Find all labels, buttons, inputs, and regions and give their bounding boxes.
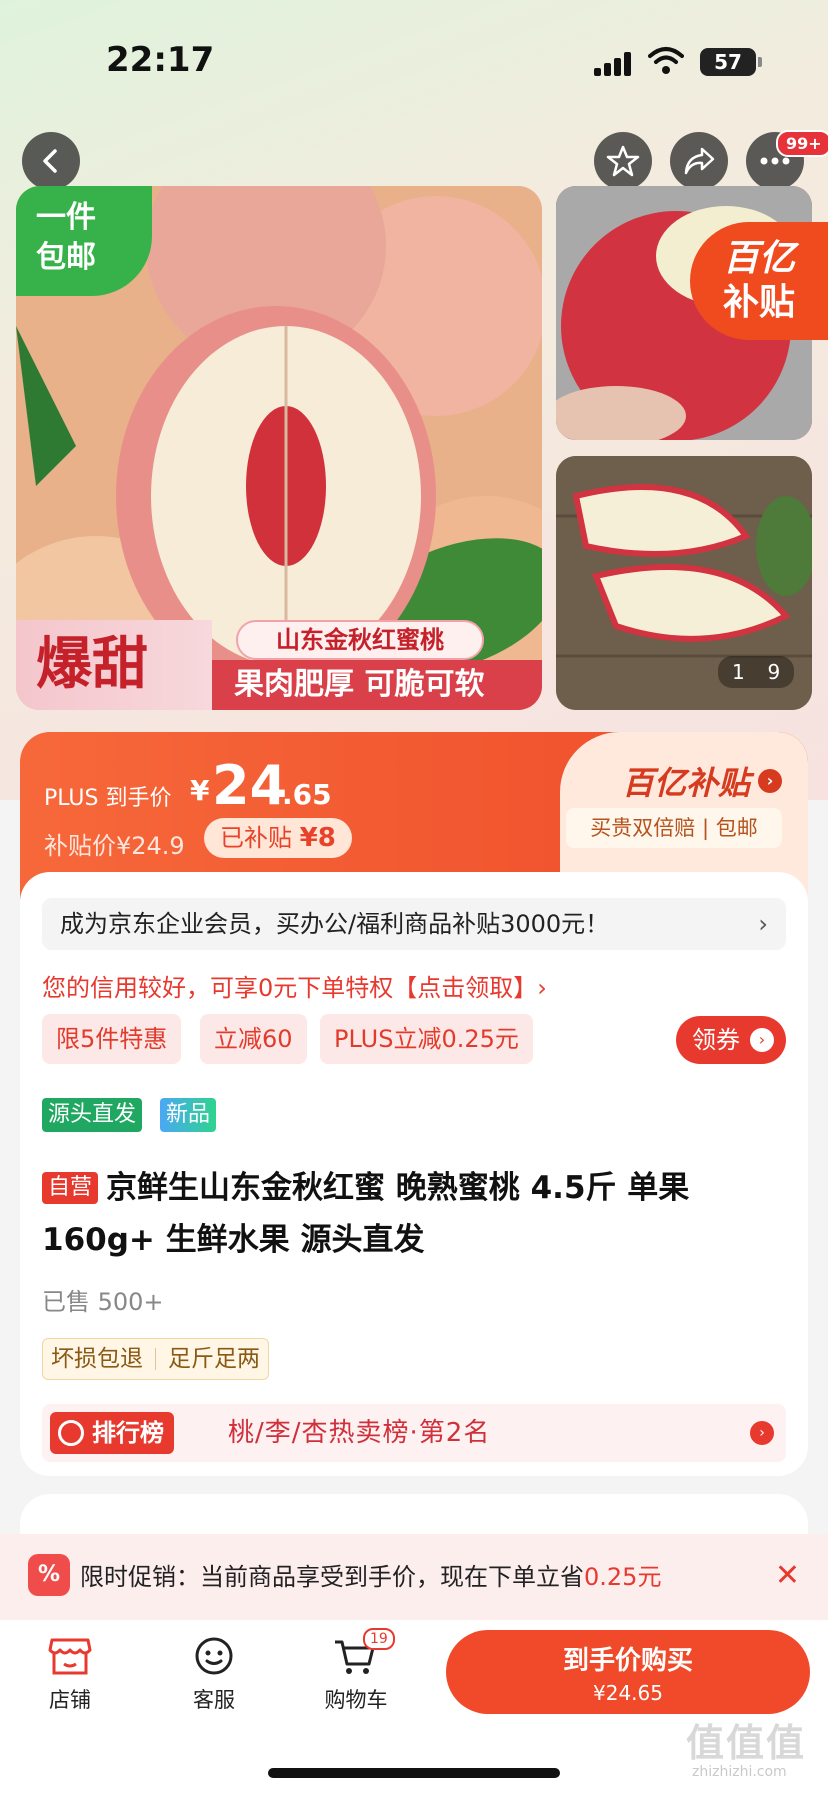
free-shipping-text: 一件 包邮 bbox=[36, 200, 96, 275]
message-badge: 99+ bbox=[776, 130, 828, 157]
credit-privilege-link[interactable]: 您的信用较好，可享0元下单特权【点击领取】› bbox=[42, 968, 547, 1003]
billion-subsidy-logo[interactable]: 百亿补贴 › bbox=[622, 758, 782, 804]
free-shipping-badge: 一件 包邮 bbox=[16, 186, 152, 296]
limited-promo-message: 限时促销：当前商品享受到手价，现在下单立省 bbox=[80, 1563, 584, 1591]
customer-service-tab[interactable]: 客服 bbox=[164, 1636, 264, 1714]
ranking-text: 桃/李/杏热卖榜·第2名 bbox=[228, 1418, 491, 1448]
full-weight-label: 足斤足两 bbox=[168, 1346, 260, 1372]
promo-tag-plus[interactable]: PLUS立减0.25元 bbox=[320, 1014, 533, 1064]
share-button[interactable] bbox=[670, 132, 728, 190]
image-counter: 1 9 bbox=[718, 656, 795, 688]
subsidy-price: 补贴价¥24.9 bbox=[44, 832, 185, 860]
variety-label: 山东金秋红蜜桃 bbox=[236, 620, 484, 660]
customer-service-icon bbox=[191, 1636, 237, 1676]
watermark-url: zhizhizhi.com bbox=[692, 1764, 787, 1780]
enterprise-member-banner[interactable]: 成为京东企业会员，买办公/福利商品补贴3000元！ › bbox=[42, 898, 786, 950]
trophy-icon bbox=[58, 1420, 84, 1446]
chevron-right-icon: › bbox=[758, 910, 768, 938]
chevron-right-icon: › bbox=[750, 1421, 774, 1445]
favorite-button[interactable] bbox=[594, 132, 652, 190]
buy-now-price: ¥24.65 bbox=[593, 1681, 663, 1705]
battery-indicator: 57 bbox=[700, 48, 756, 76]
damage-refund-label: 坏损包退 bbox=[51, 1346, 143, 1372]
cart-label: 购物车 bbox=[324, 1688, 388, 1712]
share-icon bbox=[684, 147, 715, 175]
flesh-label: 果肉肥厚 可脆可软 bbox=[212, 660, 542, 710]
price-integer: 24 bbox=[212, 754, 288, 817]
discount-icon: % bbox=[28, 1554, 70, 1596]
image-counter-total: 9 bbox=[767, 660, 781, 684]
limited-promo-text: 限时促销：当前商品享受到手价，现在下单立省0.25元 bbox=[80, 1534, 661, 1620]
subsidized-label: 已补贴 bbox=[220, 824, 292, 852]
divider bbox=[155, 1348, 156, 1370]
enterprise-member-text: 成为京东企业会员，买办公/福利商品补贴3000元！ bbox=[60, 910, 610, 938]
plus-price-label: PLUS 到手价 bbox=[44, 786, 172, 811]
subsidized-amount-pill: 已补贴 ¥8 bbox=[204, 818, 352, 858]
self-operated-tag: 自营 bbox=[42, 1172, 99, 1204]
billion-subsidy-text: 百亿补贴 bbox=[621, 764, 750, 802]
signal-icon bbox=[594, 52, 634, 76]
product-title-text: 京鲜生山东金秋红蜜 晚熟蜜桃 4.5斤 单果160g+ 生鲜水果 源头直发 bbox=[42, 1170, 690, 1258]
new-product-tag: 新品 bbox=[160, 1098, 217, 1132]
promo-tag-limit[interactable]: 限5件特惠 bbox=[42, 1014, 182, 1064]
cart-tab[interactable]: 19 购物车 bbox=[306, 1628, 406, 1714]
get-coupon-label: 领券 bbox=[692, 1026, 740, 1054]
product-info-card: 成为京东企业会员，买办公/福利商品补贴3000元！ › 您的信用较好，可享0元下… bbox=[20, 872, 808, 1476]
star-icon bbox=[606, 145, 640, 177]
ranking-badge: 排行榜 bbox=[50, 1412, 174, 1454]
store-tab[interactable]: 店铺 bbox=[20, 1636, 120, 1714]
limited-promo-amount: 0.25元 bbox=[584, 1563, 662, 1591]
status-time: 22:17 bbox=[106, 40, 215, 80]
double-refund-guarantee: 买贵双倍赔 | 包邮 bbox=[566, 808, 782, 848]
watermark-logo: 值值值 bbox=[686, 1721, 807, 1765]
chevron-right-icon: › bbox=[750, 1028, 774, 1052]
status-bar: 22:17 57 bbox=[0, 0, 828, 120]
chevron-left-icon bbox=[43, 149, 57, 173]
cart-icon: 19 bbox=[333, 1628, 395, 1676]
buy-now-button[interactable]: 到手价购买 ¥24.65 bbox=[446, 1630, 810, 1714]
subsidized-amount: ¥8 bbox=[299, 823, 336, 853]
promo-tag-discount[interactable]: 立减60 bbox=[200, 1014, 307, 1064]
cart-count-badge: 19 bbox=[363, 1628, 395, 1650]
source-direct-tag: 源头直发 bbox=[42, 1098, 143, 1132]
ranking-badge-label: 排行榜 bbox=[92, 1419, 164, 1447]
customer-service-label: 客服 bbox=[193, 1688, 235, 1712]
price-decimal: .65 bbox=[282, 778, 332, 811]
home-indicator[interactable] bbox=[268, 1768, 560, 1778]
ranking-bar[interactable]: 排行榜 桃/李/杏热卖榜·第2名 › bbox=[42, 1404, 786, 1462]
buy-now-label: 到手价购买 bbox=[562, 1646, 693, 1676]
more-dots-icon bbox=[760, 157, 790, 165]
image-counter-current: 1 bbox=[732, 660, 745, 684]
product-title: 自营 京鲜生山东金秋红蜜 晚熟蜜桃 4.5斤 单果160g+ 生鲜水果 源头直发 bbox=[42, 1162, 786, 1266]
subsidy-tag-line1: 百亿 bbox=[722, 238, 795, 279]
close-icon[interactable]: ✕ bbox=[775, 1558, 800, 1594]
store-icon bbox=[47, 1636, 93, 1676]
wifi-icon bbox=[648, 47, 684, 74]
service-guarantees[interactable]: 坏损包退 足斤足两 bbox=[42, 1338, 269, 1380]
sweet-label: 爆甜 bbox=[16, 620, 212, 710]
subsidy-tag-line2: 补贴 bbox=[722, 282, 795, 323]
chevron-right-icon: › bbox=[758, 769, 782, 793]
battery-tip bbox=[758, 57, 762, 67]
limited-promo-strip[interactable]: % 限时促销：当前商品享受到手价，现在下单立省0.25元 ✕ bbox=[0, 1534, 828, 1620]
get-coupon-button[interactable]: 领券 › bbox=[676, 1016, 786, 1064]
subsidy-corner-tag: 百亿 补贴 bbox=[690, 222, 828, 340]
sold-count: 已售 500+ bbox=[42, 1288, 164, 1316]
back-button[interactable] bbox=[22, 132, 80, 190]
store-label: 店铺 bbox=[49, 1688, 91, 1712]
price-currency: ¥ bbox=[190, 774, 210, 807]
image-banner: 爆甜 山东金秋红蜜桃 果肉肥厚 可脆可软 bbox=[16, 620, 542, 710]
